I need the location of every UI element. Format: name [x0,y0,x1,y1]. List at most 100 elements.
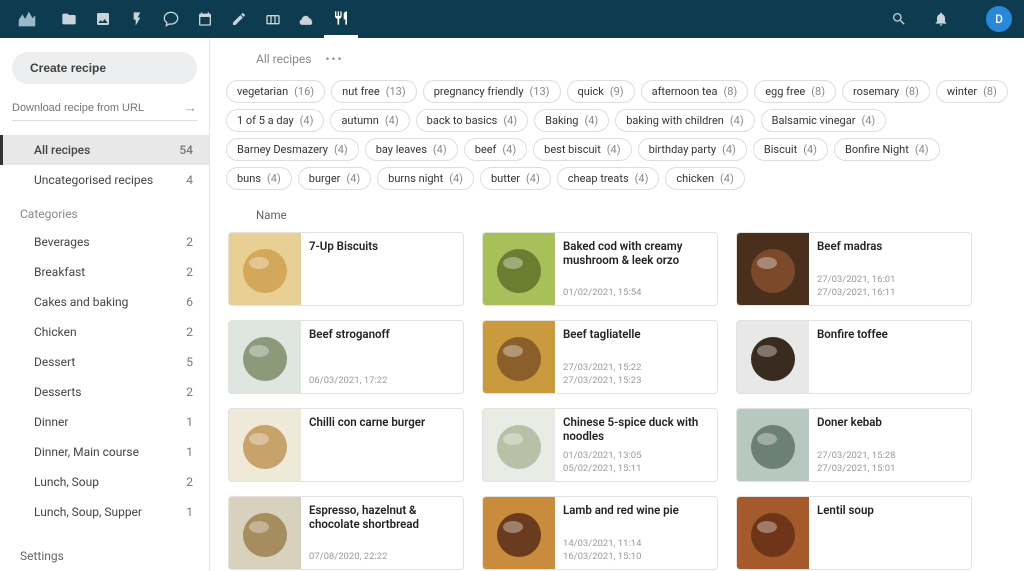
sidebar-item-label: Lunch, Soup, Supper [34,505,142,519]
filter-tag[interactable]: bay leaves (4) [365,138,458,161]
recipe-dates: 14/03/2021, 11:1416/03/2021, 15:10 [563,538,709,563]
sidebar-category-item[interactable]: Lunch, Soup2 [0,467,209,497]
recipe-card[interactable]: Bonfire toffee [736,320,972,394]
recipe-thumbnail [483,233,555,305]
filter-tag[interactable]: cheap treats(4) [557,167,660,190]
filter-tag[interactable]: chicken(4) [665,167,744,190]
filter-tag[interactable]: burger(4) [298,167,371,190]
weather-icon[interactable] [290,0,324,38]
tag-count: (8) [983,85,997,98]
sidebar-category-item[interactable]: Dessert5 [0,347,209,377]
filter-tag[interactable]: back to basics(4) [416,109,528,132]
tag-count: (4) [803,143,817,156]
recipe-card[interactable]: Espresso, hazelnut & chocolate shortbrea… [228,496,464,570]
filter-tag[interactable]: burns night(4) [377,167,474,190]
filter-tag[interactable]: butter(4) [480,167,551,190]
sidebar-item-label: Uncategorised recipes [34,173,153,187]
tag-count: (4) [635,172,649,185]
sidebar-categories-heading: Categories [0,195,209,227]
create-recipe-button[interactable]: Create recipe [12,52,197,84]
column-header-name[interactable]: Name [226,202,1008,232]
arrow-right-icon[interactable]: → [184,100,197,116]
calendar-icon[interactable] [188,0,222,38]
filter-tag[interactable]: egg free(8) [754,80,836,103]
breadcrumb-menu-icon[interactable]: ••• [325,52,343,66]
photo-icon[interactable] [86,0,120,38]
topbar-left [12,0,358,38]
filter-tag[interactable]: beef(4) [464,138,527,161]
app-logo[interactable] [12,4,42,34]
filter-tag[interactable]: baking with children (4) [615,109,754,132]
filter-tag[interactable]: best biscuit(4) [533,138,631,161]
tag-label: bay leaves [376,143,427,156]
tag-count: (8) [723,85,737,98]
tag-label: baking with children [626,114,724,127]
filter-tag[interactable]: Balsamic vinegar(4) [761,109,887,132]
filter-tag[interactable]: winter(8) [936,80,1008,103]
breadcrumb: All recipes ••• [226,48,1008,80]
recipe-card[interactable]: Beef tagliatelle27/03/2021, 15:2227/03/2… [482,320,718,394]
filter-tag[interactable]: vegetarian(16) [226,80,325,103]
search-icon[interactable] [882,0,916,38]
sidebar-category-item[interactable]: Lunch, Soup, Supper 1 [0,497,209,527]
sidebar-settings[interactable]: Settings [0,541,209,571]
filter-tag[interactable]: afternoon tea(8) [641,80,749,103]
tag-label: 1 of 5 a day [237,114,294,127]
recipe-card[interactable]: Chinese 5-spice duck with noodles01/03/2… [482,408,718,482]
filter-tag[interactable]: rosemary(8) [842,80,930,103]
talk-icon[interactable] [154,0,188,38]
download-url-input[interactable] [12,102,184,114]
tag-count: (4) [722,143,736,156]
avatar[interactable]: D [986,6,1012,32]
tag-count: (4) [503,114,517,127]
filter-tag[interactable]: Baking(4) [534,109,609,132]
filter-tag[interactable]: Biscuit(4) [753,138,828,161]
recipe-card[interactable]: Beef stroganoff06/03/2021, 17:22 [228,320,464,394]
recipe-card[interactable]: Doner kebab27/03/2021, 15:2827/03/2021, … [736,408,972,482]
recipe-card[interactable]: 7-Up Biscuits [228,232,464,306]
sidebar-uncategorised[interactable]: Uncategorised recipes 4 [0,165,209,195]
sidebar-category-item[interactable]: Desserts2 [0,377,209,407]
sidebar-category-item[interactable]: Beverages2 [0,227,209,257]
recipe-card[interactable]: Beef madras27/03/2021, 16:0127/03/2021, … [736,232,972,306]
sidebar-category-item[interactable]: Chicken2 [0,317,209,347]
sidebar-category-item[interactable]: Breakfast2 [0,257,209,287]
sidebar-item-label: Dinner, Main course [34,445,139,459]
tag-count: (13) [530,85,550,98]
sidebar-category-item[interactable]: Dinner1 [0,407,209,437]
folder-icon[interactable] [52,0,86,38]
sidebar-category-item[interactable]: Cakes and baking6 [0,287,209,317]
filter-tag[interactable]: quick(9) [567,80,635,103]
sidebar-item-label: Chicken [34,325,77,339]
recipe-card[interactable]: Baked cod with creamy mushroom & leek or… [482,232,718,306]
filter-tag[interactable]: nut free(13) [331,80,417,103]
sidebar-item-count: 1 [186,505,193,519]
recipe-dates: 27/03/2021, 15:2827/03/2021, 15:01 [817,450,963,475]
recipe-card[interactable]: Lamb and red wine pie14/03/2021, 11:1416… [482,496,718,570]
tag-count: (4) [433,143,447,156]
tag-label: burns night [388,172,443,185]
sidebar-item-count: 4 [186,173,193,187]
sidebar-category-item[interactable]: Dinner, Main course 1 [0,437,209,467]
recipe-thumbnail [737,233,809,305]
sidebar-all-recipes[interactable]: All recipes 54 [0,135,209,165]
tag-label: pregnancy friendly [434,85,524,98]
filter-tag[interactable]: Barney Desmazery(4) [226,138,359,161]
recipes-icon[interactable] [324,0,358,38]
notes-icon[interactable] [222,0,256,38]
filter-tag[interactable]: Bonfire Night(4) [834,138,940,161]
recipe-card[interactable]: Lentil soup [736,496,972,570]
filter-tag[interactable]: pregnancy friendly (13) [423,80,561,103]
download-url-field[interactable]: → [12,96,197,121]
tag-count: (4) [730,114,744,127]
filter-tag[interactable]: 1 of 5 a day(4) [226,109,324,132]
activity-icon[interactable] [120,0,154,38]
filter-tag[interactable]: birthday party(4) [638,138,747,161]
filter-tag[interactable]: autumn(4) [330,109,409,132]
notifications-icon[interactable] [924,0,958,38]
recipe-card[interactable]: Chilli con carne burger [228,408,464,482]
sidebar: Create recipe → All recipes 54 Uncategor… [0,38,210,571]
sidebar-item-count: 1 [186,445,193,459]
filter-tag[interactable]: buns(4) [226,167,292,190]
deck-icon[interactable] [256,0,290,38]
